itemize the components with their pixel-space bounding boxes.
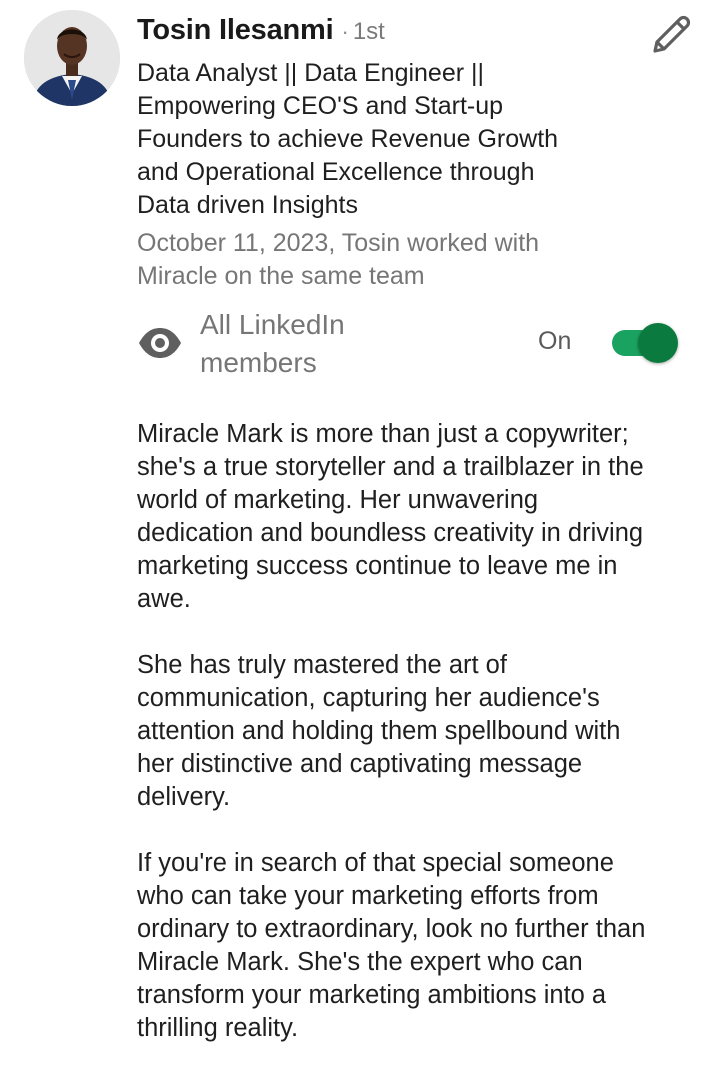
eye-icon [139,328,181,358]
recommender-headline: Data Analyst || Data Engineer || Empower… [137,59,559,219]
recommendation-paragraph-1: Miracle Mark is more than just a copywri… [137,420,644,613]
visibility-toggle[interactable] [612,322,678,364]
edit-button[interactable] [648,12,694,58]
recommender-name[interactable]: Tosin Ilesanmi [137,14,334,47]
connection-degree: 1st [352,18,385,45]
avatar[interactable] [24,10,120,106]
separator-dot: · [341,19,349,44]
recommender-header: Tosin Ilesanmi · 1st [137,14,385,54]
toggle-state-label: On [538,327,572,355]
recommendation-paragraph-3: If you're in search of that special some… [137,849,646,1042]
toggle-knob [638,323,678,363]
recommendation-text: Miracle Mark is more than just a copywri… [137,418,707,1078]
avatar-photo [24,10,120,106]
recommendation-meta: October 11, 2023, Tosin worked with Mira… [137,229,540,290]
visibility-setting [137,325,183,361]
visibility-label: All LinkedIn members [200,309,345,378]
pencil-icon [653,15,691,53]
recommendation-paragraph-2: She has truly mastered the art of commun… [137,651,621,811]
